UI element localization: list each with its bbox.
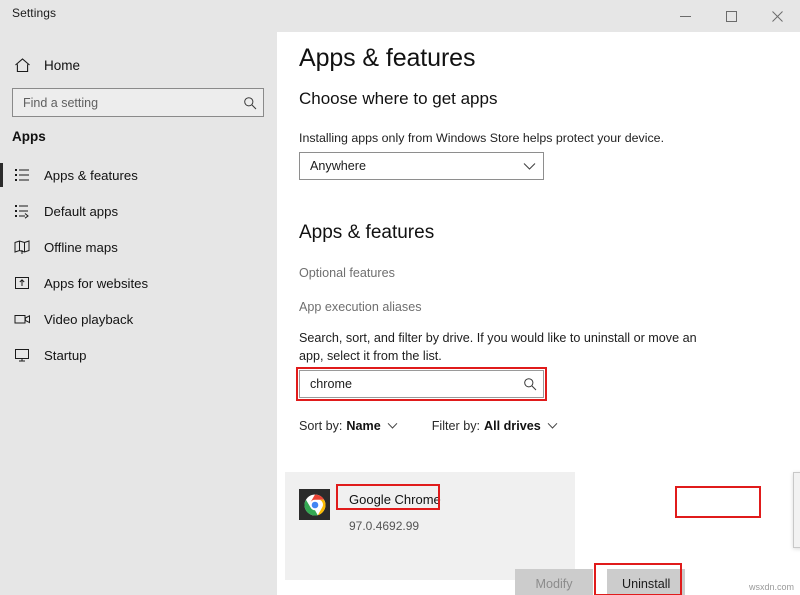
map-download-icon — [0, 239, 44, 255]
main-content: Apps & features Choose where to get apps… — [277, 32, 800, 595]
search-icon — [517, 377, 543, 391]
choose-source-heading: Choose where to get apps — [299, 89, 497, 109]
sidebar-nav-list: Apps & features Default apps — [0, 157, 277, 373]
list-arrow-icon — [0, 203, 44, 219]
close-button[interactable] — [754, 0, 800, 32]
sidebar-item-label: Apps & features — [44, 168, 138, 183]
minimize-button[interactable] — [662, 0, 708, 32]
app-source-select[interactable]: Anywhere — [299, 152, 544, 180]
sort-by-label: Sort by: — [299, 419, 342, 433]
sidebar-item-label: Offline maps — [44, 240, 118, 255]
sidebar-item-label: Default apps — [44, 204, 118, 219]
sidebar-item-apps-features[interactable]: Apps & features — [0, 157, 277, 193]
sidebar-item-label: Startup — [44, 348, 87, 363]
list-bullets-icon — [0, 167, 44, 183]
watermark: wsxdn.com — [749, 582, 794, 592]
window-title: Settings — [12, 6, 56, 20]
window-controls — [662, 0, 800, 32]
sidebar-item-apps-for-websites[interactable]: Apps for websites — [0, 265, 277, 301]
maximize-button[interactable] — [708, 0, 754, 32]
highlight-box-flyout-uninstall — [675, 486, 761, 518]
sidebar-item-home[interactable]: Home — [0, 48, 277, 82]
sidebar-item-default-apps[interactable]: Default apps — [0, 193, 277, 229]
box-arrow-up-icon — [0, 275, 44, 291]
search-icon — [237, 96, 263, 110]
modify-button[interactable]: Modify — [515, 569, 593, 595]
uninstall-button[interactable]: Uninstall — [607, 569, 685, 595]
choose-source-description: Installing apps only from Windows Store … — [299, 131, 664, 145]
uninstall-confirm-flyout: This app and its related info will be un… — [793, 472, 800, 548]
filter-by-dropdown[interactable]: Filter by: All drives — [432, 419, 558, 433]
list-filters: Sort by: Name Filter by: All drives — [299, 419, 592, 433]
page-title: Apps & features — [299, 44, 475, 73]
sidebar: Home Apps — [0, 32, 277, 595]
app-action-buttons: Modify Uninstall — [515, 569, 685, 595]
filter-by-label: Filter by: — [432, 419, 480, 433]
monitor-power-icon — [0, 347, 44, 363]
app-list-item-google-chrome[interactable]: Google Chrome 97.0.4692.99 Modify Uninst… — [285, 472, 575, 580]
sidebar-item-label: Apps for websites — [44, 276, 148, 291]
settings-window: Settings Home — [0, 0, 800, 595]
sidebar-item-startup[interactable]: Startup — [0, 337, 277, 373]
selection-indicator — [0, 163, 3, 187]
chevron-down-icon — [387, 422, 398, 430]
app-execution-aliases-link[interactable]: App execution aliases — [299, 300, 422, 314]
sidebar-item-label: Video playback — [44, 312, 133, 327]
settings-search-input[interactable] — [13, 96, 237, 110]
app-list-search-input[interactable] — [300, 377, 517, 391]
chevron-down-icon — [547, 422, 558, 430]
home-icon — [0, 57, 44, 74]
video-camera-icon — [0, 311, 44, 327]
chevron-down-icon — [515, 162, 543, 171]
apps-features-heading: Apps & features — [299, 222, 434, 244]
sidebar-item-video-playback[interactable]: Video playback — [0, 301, 277, 337]
sidebar-category-title: Apps — [12, 129, 46, 144]
optional-features-link[interactable]: Optional features — [299, 266, 395, 280]
list-description: Search, sort, and filter by drive. If yo… — [299, 329, 699, 365]
app-name: Google Chrome — [349, 492, 441, 507]
chrome-icon — [299, 489, 330, 520]
app-version: 97.0.4692.99 — [349, 519, 419, 533]
sort-by-value: Name — [346, 419, 380, 433]
filter-by-value: All drives — [484, 419, 541, 433]
title-bar: Settings — [0, 0, 800, 32]
sort-by-dropdown[interactable]: Sort by: Name — [299, 419, 398, 433]
app-list-search-box[interactable] — [299, 370, 544, 398]
settings-search-box[interactable] — [12, 88, 264, 117]
sidebar-home-label: Home — [44, 58, 80, 73]
app-source-value: Anywhere — [300, 159, 515, 173]
sidebar-item-offline-maps[interactable]: Offline maps — [0, 229, 277, 265]
